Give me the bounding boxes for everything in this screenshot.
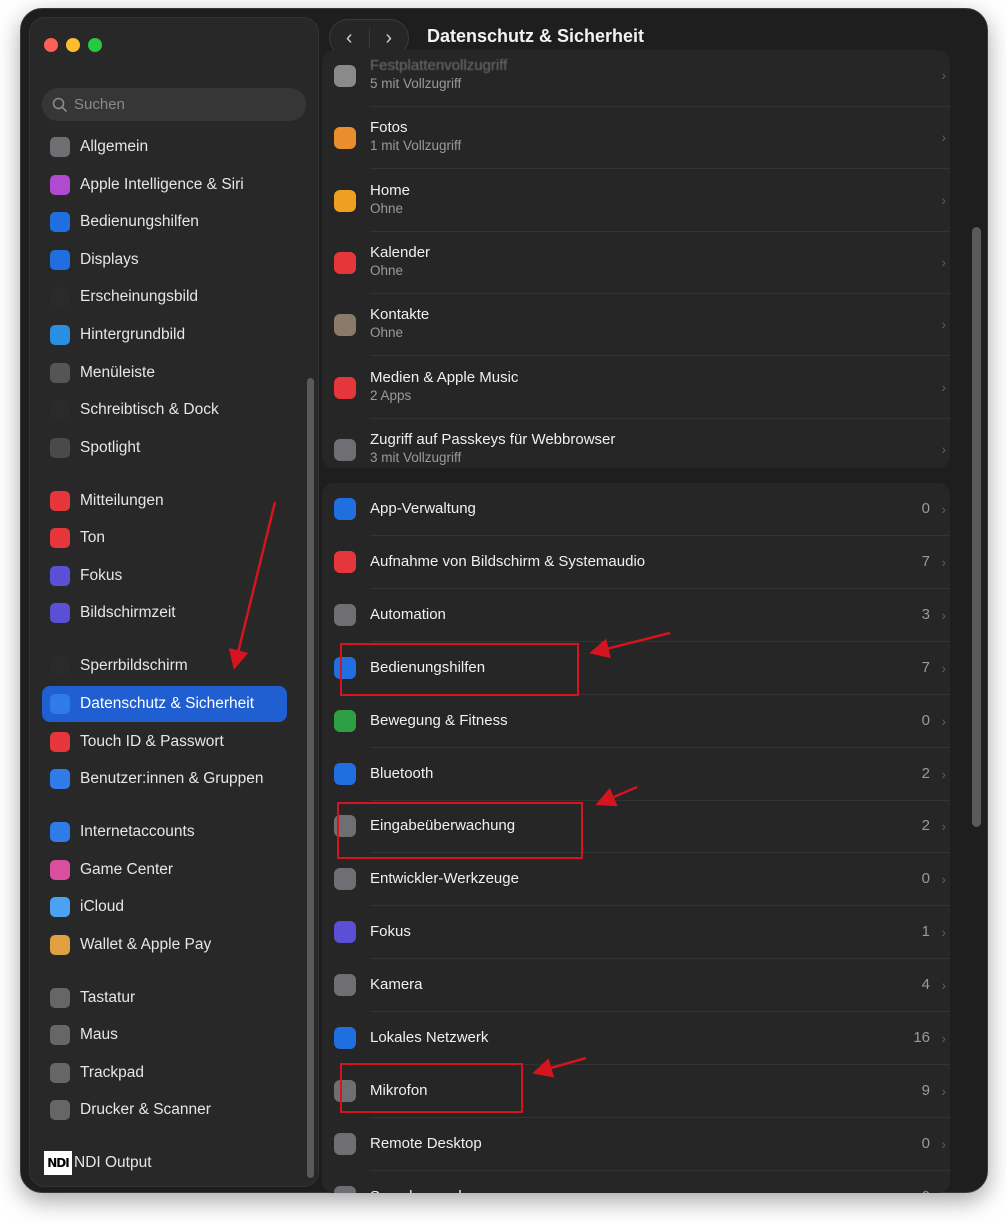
- annotation-arrows: [228, 501, 671, 1078]
